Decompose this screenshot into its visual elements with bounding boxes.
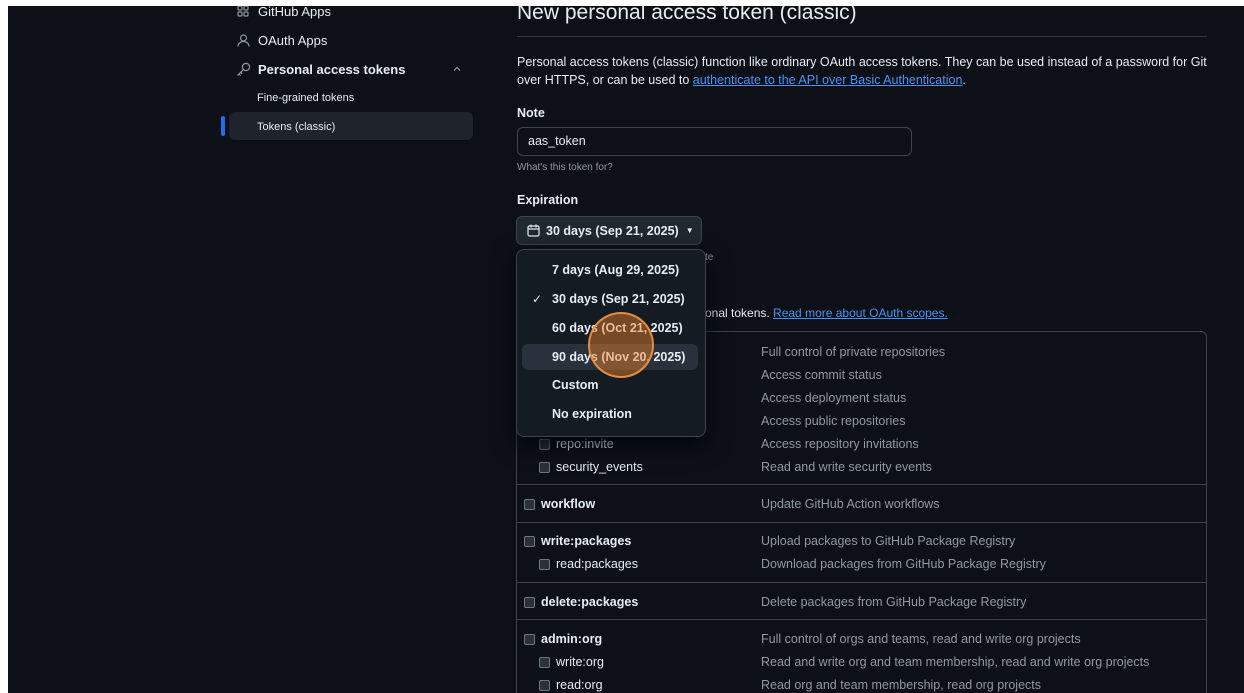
description-end: . (962, 73, 966, 87)
scopes-intro: onal tokens. Read more about OAuth scope… (705, 306, 948, 320)
checkbox[interactable] (524, 633, 535, 645)
scope-label: security_events (556, 460, 643, 474)
scope-description: Full control of orgs and teams, read and… (761, 632, 1081, 646)
scope-description: Upload packages to GitHub Package Regist… (761, 534, 1016, 548)
scope-label: repo:invite (556, 437, 614, 451)
repo-deployment-description: Access deployment status (761, 391, 907, 405)
sidebar-item-github-apps[interactable]: GitHub Apps (235, 6, 331, 22)
page-description: Personal access tokens (classic) functio… (517, 53, 1207, 89)
scope-description: Update GitHub Action workflows (761, 497, 940, 511)
checkbox[interactable] (539, 438, 550, 450)
scope-repo-invite[interactable]: repo:invite (539, 437, 614, 451)
oauth-scopes-link[interactable]: Read more about OAuth scopes. (773, 306, 948, 320)
scope-label: delete:packages (541, 595, 639, 609)
note-hint: What's this token for? (517, 162, 613, 173)
scope-divider (516, 582, 1207, 583)
note-input[interactable]: aas_token (517, 127, 912, 156)
scope-label: admin:org (541, 632, 603, 646)
apps-grid-icon (235, 6, 251, 19)
expiration-option-7-days[interactable]: 7 days (Aug 29, 2025) (522, 257, 698, 283)
sidebar-item-label: Personal access tokens (258, 61, 406, 77)
expiration-option-no-expiration[interactable]: No expiration (522, 401, 698, 427)
scope-description: Delete packages from GitHub Package Regi… (761, 595, 1027, 609)
click-highlight-cursor (588, 312, 654, 378)
expiration-option-30-days[interactable]: ✓ 30 days (Sep 21, 2025) (522, 286, 698, 312)
scope-description: Download packages from GitHub Package Re… (761, 557, 1046, 571)
scope-divider (516, 619, 1207, 620)
scope-label: write:org (556, 655, 604, 669)
sidebar-item-oauth-apps[interactable]: OAuth Apps (235, 29, 327, 51)
option-label: Custom (552, 378, 599, 392)
scope-label: write:packages (541, 534, 632, 548)
sidebar-item-fine-grained-tokens[interactable]: Fine-grained tokens (257, 92, 354, 104)
basic-auth-link[interactable]: authenticate to the API over Basic Authe… (693, 73, 963, 87)
scopes-intro-text: onal tokens. (705, 306, 774, 320)
scope-label: workflow (541, 497, 596, 511)
scope-description: Read org and team membership, read org p… (761, 678, 1042, 692)
checkbox[interactable] (539, 656, 550, 668)
scope-write-org[interactable]: write:org (539, 655, 604, 669)
app-frame: GitHub Apps OAuth Apps Personal access t… (8, 6, 1244, 693)
sidebar-item-label: GitHub Apps (258, 6, 331, 19)
sidebar-active-indicator (221, 116, 225, 136)
checkbox[interactable] (539, 461, 550, 473)
repo-scope-description: Full control of private repositories (761, 345, 946, 359)
title-divider (517, 36, 1207, 37)
expiration-label: Expiration (517, 193, 579, 207)
scope-write-packages[interactable]: write:packages (524, 534, 631, 548)
checkmark-icon: ✓ (532, 292, 543, 306)
checkbox[interactable] (539, 679, 550, 691)
scope-read-org[interactable]: read:org (539, 678, 603, 692)
scope-delete-packages[interactable]: delete:packages (524, 595, 638, 609)
repo-status-description: Access commit status (761, 368, 882, 382)
checkbox[interactable] (524, 596, 535, 608)
option-label: No expiration (552, 407, 632, 421)
calendar-icon (527, 224, 540, 237)
expiration-selected-value: 30 days (Sep 21, 2025) (546, 223, 679, 238)
chevron-up-icon[interactable] (452, 62, 462, 77)
checkbox[interactable] (524, 498, 535, 510)
sidebar-item-tokens-classic[interactable]: Tokens (classic) (257, 121, 335, 133)
option-label: 7 days (Aug 29, 2025) (552, 263, 680, 277)
checkbox[interactable] (539, 558, 550, 570)
caret-down-icon: ▼ (685, 226, 694, 235)
public-repo-description: Access public repositories (761, 414, 906, 428)
scope-description: Read and write org and team membership, … (761, 655, 1150, 669)
scope-admin-org[interactable]: admin:org (524, 632, 602, 646)
scope-description: Read and write security events (761, 460, 932, 474)
option-label: 30 days (Sep 21, 2025) (552, 292, 685, 306)
expiration-dropdown-button[interactable]: 30 days (Sep 21, 2025) ▼ (516, 216, 702, 245)
checkbox[interactable] (524, 535, 535, 547)
scope-description: Access repository invitations (761, 437, 919, 451)
expiration-hint-fragment: te (705, 252, 714, 263)
scope-label: read:org (556, 678, 603, 692)
person-icon (235, 32, 251, 48)
note-label: Note (517, 106, 545, 120)
scope-divider (516, 484, 1207, 485)
scope-workflow[interactable]: workflow (524, 497, 595, 511)
scope-read-packages[interactable]: read:packages (539, 557, 638, 571)
sidebar-item-label: OAuth Apps (258, 32, 328, 48)
scope-label: read:packages (556, 557, 639, 571)
key-icon (235, 61, 251, 77)
scope-divider (516, 522, 1207, 523)
scope-security-events[interactable]: security_events (539, 460, 643, 474)
sidebar-item-personal-access-tokens[interactable]: Personal access tokens (235, 58, 405, 80)
page-title: New personal access token (classic) (517, 6, 857, 24)
